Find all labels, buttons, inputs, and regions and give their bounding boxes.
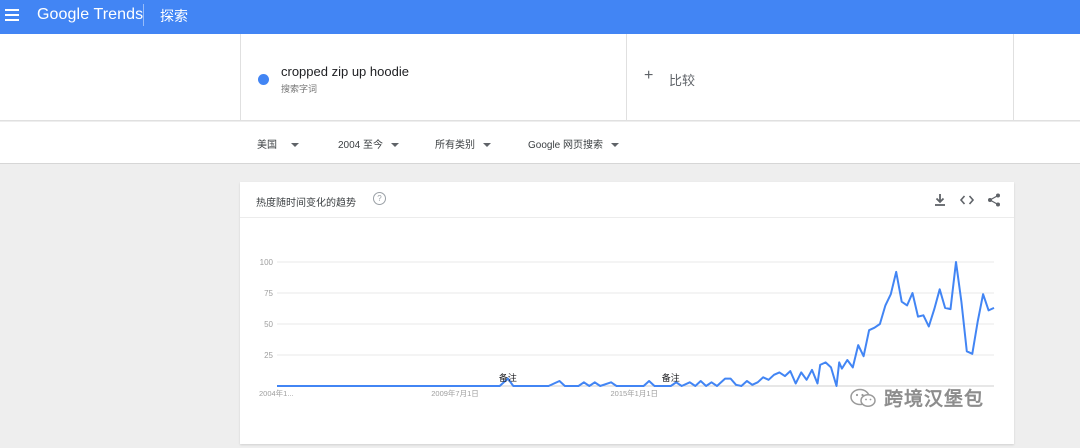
note-annotation: 备注 <box>662 372 680 383</box>
caret-down-icon <box>611 143 620 148</box>
category-filter[interactable]: 所有类别 <box>435 136 491 151</box>
y-tick-label: 75 <box>264 289 273 298</box>
y-tick-label: 25 <box>264 351 273 360</box>
caret-down-icon <box>391 143 400 148</box>
time-filter-label: 2004 至今 <box>338 140 384 151</box>
x-tick-label: 2015年1月1日 <box>611 388 659 398</box>
download-icon[interactable] <box>932 192 948 208</box>
wechat-icon <box>850 388 876 407</box>
filter-bar: 美国 2004 至今 所有类别 Google 网页搜索 <box>0 122 1080 164</box>
x-tick-label: 2004年1... <box>259 388 294 398</box>
search-term-bar: cropped zip up hoodie 搜索字词 + 比较 <box>0 34 1080 121</box>
x-tick-label: 2009年7月1日 <box>431 388 479 398</box>
y-tick-label: 50 <box>264 320 273 329</box>
search-type-filter[interactable]: Google 网页搜索 <box>528 136 620 151</box>
plus-icon: + <box>644 67 654 84</box>
y-tick-label: 100 <box>260 258 274 267</box>
card-title: 热度随时间变化的趋势 <box>256 198 356 209</box>
menu-icon[interactable] <box>5 9 19 21</box>
region-filter-label: 美国 <box>257 140 277 151</box>
caret-down-icon <box>483 143 491 148</box>
term-color-dot <box>258 74 269 85</box>
term-name: cropped zip up hoodie <box>281 64 409 79</box>
brand-logo[interactable]: Google Trends <box>37 6 143 24</box>
search-type-filter-label: Google 网页搜索 <box>528 140 604 151</box>
compare-label: 比较 <box>669 73 696 88</box>
explore-link[interactable]: 探索 <box>160 6 188 26</box>
app-bar: Google Trends 探索 <box>0 0 1080 34</box>
compare-button[interactable]: + 比较 <box>627 34 1014 121</box>
caret-down-icon <box>291 143 299 148</box>
time-filter[interactable]: 2004 至今 <box>338 136 400 151</box>
term-type: 搜索字词 <box>281 84 318 94</box>
search-term-card[interactable]: cropped zip up hoodie 搜索字词 <box>240 34 627 121</box>
region-filter[interactable]: 美国 <box>257 136 299 151</box>
watermark-text: 跨境汉堡包 <box>884 389 985 410</box>
category-filter-label: 所有类别 <box>435 140 475 151</box>
app-bar-divider <box>143 4 144 26</box>
embed-code-icon[interactable] <box>959 192 975 208</box>
note-annotation: 备注 <box>499 372 517 383</box>
card-header: 热度随时间变化的趋势 ? <box>240 182 1014 218</box>
help-icon[interactable]: ? <box>373 192 386 205</box>
share-icon[interactable] <box>986 192 1002 208</box>
watermark: 跨境汉堡包 <box>850 384 984 411</box>
